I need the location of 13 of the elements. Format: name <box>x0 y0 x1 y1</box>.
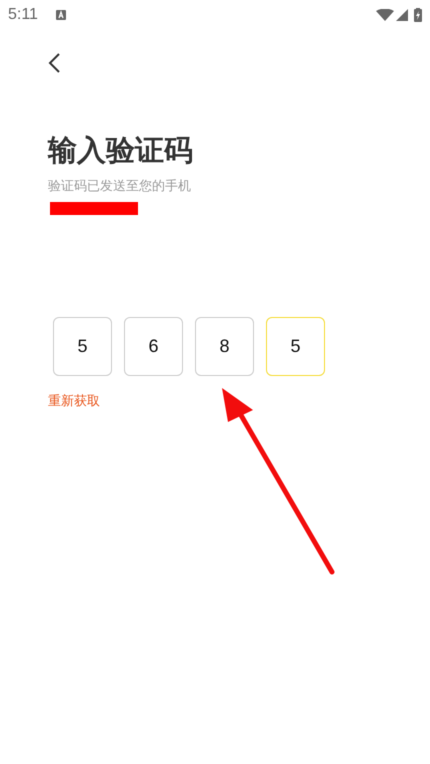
notification-icon <box>56 10 66 20</box>
clock: 5:11 <box>8 6 38 24</box>
sent-notice: 验证码已发送至您的手机 <box>48 178 191 196</box>
battery-icon <box>414 8 422 22</box>
code-digit-box[interactable]: 5 <box>53 317 112 376</box>
code-digit-box[interactable]: 5 <box>266 317 325 376</box>
wifi-icon <box>376 9 394 21</box>
code-digit-box[interactable]: 6 <box>124 317 183 376</box>
signal-icon <box>396 9 408 21</box>
back-button[interactable] <box>48 52 62 74</box>
code-digit-box[interactable]: 8 <box>195 317 254 376</box>
page-title: 输入验证码 <box>48 132 194 169</box>
resend-link[interactable]: 重新获取 <box>48 393 100 411</box>
